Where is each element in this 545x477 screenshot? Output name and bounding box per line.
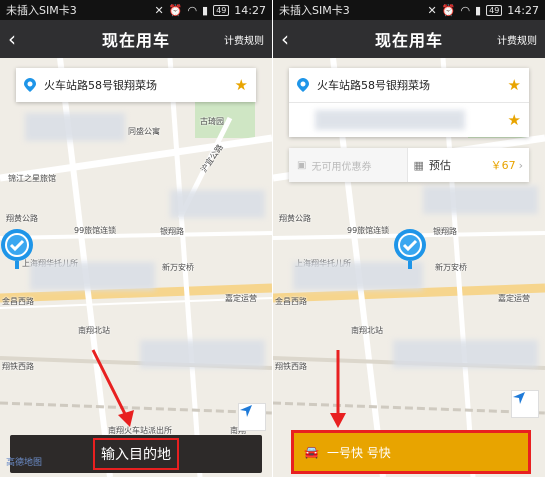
coupon-selector[interactable]: ▣ 无可用优惠券 <box>289 148 407 182</box>
pickup-row[interactable]: 火车站路58号银翔菜场 ★ <box>289 68 529 102</box>
phone-screen-right: 未插入SIM卡3 ✕ ⏰ ◠ ▮ 49 14:27 ‹ 现在用车 计费规则 翔黄… <box>273 0 545 477</box>
estimate-label: 预估 <box>428 159 451 172</box>
pickup-address: 火车站路58号银翔菜场 <box>44 79 157 92</box>
blurred-area <box>393 340 538 368</box>
express-call-button[interactable]: 🚘 一号快 号快 <box>291 430 531 474</box>
pricing-rules-link[interactable]: 计费规则 <box>497 32 537 47</box>
map-label-jiading: 嘉定运营 <box>225 294 257 303</box>
map-label-jinchang: 金昌西路 <box>2 297 34 306</box>
alarm-icon: ⏰ <box>441 3 456 17</box>
blurred-area <box>140 340 265 368</box>
map-label-xianghuang: 翔黄公路 <box>279 214 311 223</box>
red-arrow-icon <box>330 350 346 428</box>
pricing-row: ▣ 无可用优惠券 ▦ 预估 ￥67 › <box>289 148 529 182</box>
map-label-yinxiang: 银翔路 <box>433 227 457 236</box>
blurred-area <box>25 113 125 141</box>
estimate-price: ￥67 <box>490 159 516 172</box>
mute-icon: ✕ <box>154 3 164 17</box>
location-pin-icon <box>394 229 426 269</box>
favorite-star-icon[interactable]: ★ <box>508 76 521 94</box>
pickup-address: 火车站路58号银翔菜场 <box>317 79 430 92</box>
back-icon[interactable]: ‹ <box>281 27 289 51</box>
wifi-icon: ◠ <box>187 3 198 17</box>
alarm-icon: ⏰ <box>168 3 183 17</box>
signal-icon: ▮ <box>202 3 209 17</box>
map-label-gudu: 古琦园 <box>200 117 224 126</box>
destination-bar[interactable]: 输入目的地 <box>10 435 262 473</box>
map-label-yinxiang: 银翔路 <box>160 227 184 236</box>
location-pin-icon <box>1 229 33 269</box>
trip-card[interactable]: 火车站路58号银翔菜场 ★ ★ <box>289 68 529 137</box>
express-label: 一号快 号快 <box>326 445 391 460</box>
navigation-arrow-icon <box>513 392 525 404</box>
map-label-xinwan: 新万安桥 <box>162 263 194 272</box>
coupon-label: 无可用优惠券 <box>311 161 372 173</box>
carrier-text: 未插入SIM卡3 <box>6 4 77 17</box>
blurred-area <box>30 262 155 290</box>
clock-text: 14:27 <box>234 3 266 17</box>
map-label-hotel99: 99旅馆连锁 <box>347 226 390 235</box>
status-bar: 未插入SIM卡3 ✕ ⏰ ◠ ▮ 49 14:27 <box>273 0 545 20</box>
blurred-area <box>423 186 538 214</box>
map-label-jiading: 嘉定运营 <box>498 294 530 303</box>
title-bar: ‹ 现在用车 计费规则 <box>273 20 545 58</box>
status-bar: 未插入SIM卡3 ✕ ⏰ ◠ ▮ 49 14:27 <box>0 0 272 20</box>
battery-icon: 49 <box>213 4 230 16</box>
red-arrow-icon <box>91 349 134 427</box>
map-label-nanxiang-north: 南翔北站 <box>78 326 110 335</box>
calculator-icon: ▦ <box>413 158 424 172</box>
wifi-icon: ◠ <box>460 3 471 17</box>
map-label-xiangtie: 翔铁西路 <box>275 362 307 371</box>
phone-screen-left: 未插入SIM卡3 ✕ ⏰ ◠ ▮ 49 14:27 ‹ 现在用车 计费规则 同盛… <box>0 0 272 477</box>
signal-icon: ▮ <box>475 3 482 17</box>
map-label-hotel99: 99旅馆连锁 <box>74 226 117 235</box>
pickup-pin-icon <box>297 78 309 92</box>
pickup-pin-icon <box>24 78 36 92</box>
pickup-row[interactable]: 火车站路58号银翔菜场 ★ <box>16 68 256 102</box>
favorite-star-icon[interactable]: ★ <box>235 76 248 94</box>
blurred-destination <box>315 110 465 130</box>
locate-me-button[interactable] <box>511 390 539 418</box>
page-title: 现在用车 <box>374 31 443 50</box>
map-label-xinwan: 新万安桥 <box>435 263 467 272</box>
map-label-xianghuang: 翔黄公路 <box>6 214 38 223</box>
coupon-icon: ▣ <box>297 159 307 171</box>
clock-text: 14:27 <box>507 3 539 17</box>
carrier-text: 未插入SIM卡3 <box>279 4 350 17</box>
map-label-tongle: 同盛公寓 <box>128 127 160 136</box>
map-label-jinjiang: 锦江之星旅馆 <box>8 174 56 183</box>
chevron-right-icon: › <box>518 158 523 172</box>
mute-icon: ✕ <box>427 3 437 17</box>
blurred-area <box>170 190 265 218</box>
map-label-nanxiang-north: 南翔北站 <box>351 326 383 335</box>
gaode-logo: 高德地图 <box>6 458 43 468</box>
enter-destination-button[interactable]: 输入目的地 <box>93 438 179 470</box>
fare-estimate[interactable]: ▦ 预估 ￥67 › <box>406 148 530 182</box>
pickup-card[interactable]: 火车站路58号银翔菜场 ★ <box>16 68 256 102</box>
favorite-star-icon[interactable]: ★ <box>508 111 521 129</box>
pricing-rules-link[interactable]: 计费规则 <box>224 32 264 47</box>
battery-icon: 49 <box>486 4 503 16</box>
locate-me-button[interactable] <box>238 403 266 431</box>
navigation-arrow-icon <box>240 405 252 417</box>
title-bar: ‹ 现在用车 计费规则 <box>0 20 272 58</box>
map-label-xiangtie: 翔铁西路 <box>2 362 34 371</box>
page-title: 现在用车 <box>101 31 170 50</box>
car-icon: 🚘 <box>304 445 319 459</box>
back-icon[interactable]: ‹ <box>8 27 16 51</box>
map-label-jinchang: 金昌西路 <box>275 297 307 306</box>
destination-row[interactable]: ★ <box>289 103 529 137</box>
